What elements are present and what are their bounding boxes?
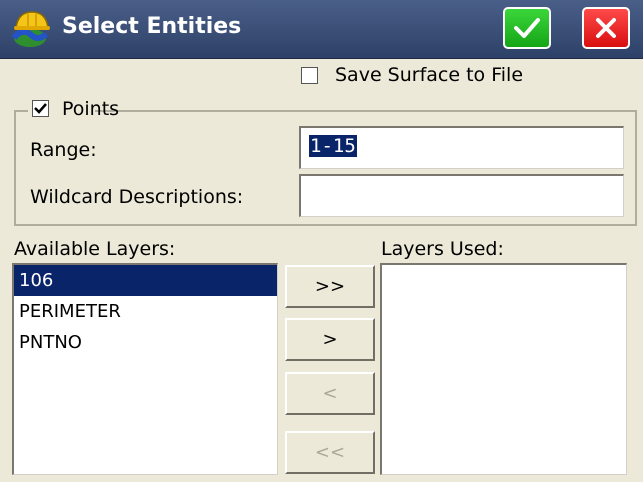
close-button[interactable] [582,7,630,49]
wildcard-label: Wildcard Descriptions: [30,186,244,208]
close-x-icon [596,18,616,38]
checkmark-icon [34,103,47,114]
remove-all-button[interactable]: << [285,431,375,474]
surveyor-hardhat-icon [11,11,50,47]
save-surface-label: Save Surface to File [335,64,524,86]
add-all-button[interactable]: >> [285,265,375,308]
list-item[interactable]: 106 [14,265,277,296]
title-bar: Select Entities [0,0,643,59]
range-label: Range: [30,139,97,161]
ok-button[interactable] [503,7,551,49]
available-layers-label: Available Layers: [14,238,176,260]
remove-button[interactable]: < [285,372,375,415]
points-legend: Points [28,96,119,122]
list-item[interactable]: PERIMETER [14,296,277,327]
add-button[interactable]: > [285,318,375,361]
range-value: 1-15 [309,135,357,157]
points-checkbox[interactable] [32,100,49,117]
layers-used-list[interactable] [380,263,627,475]
layers-used-label: Layers Used: [381,238,504,260]
checkmark-icon [514,18,540,38]
save-surface-checkbox[interactable] [301,67,318,84]
range-input[interactable]: 1-15 [299,126,624,169]
list-item[interactable]: PNTNO [14,327,277,358]
wildcard-descriptions-input[interactable] [299,174,624,217]
available-layers-list[interactable]: 106 PERIMETER PNTNO [12,263,278,475]
points-label: Points [62,98,120,120]
window-title: Select Entities [62,14,242,39]
